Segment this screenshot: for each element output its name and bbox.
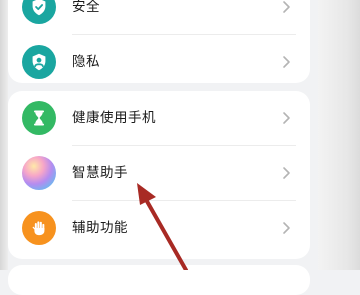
chevron-right-icon	[283, 222, 290, 234]
settings-item-privacy[interactable]: 隐私	[8, 35, 310, 89]
privacy-user-icon	[22, 45, 56, 79]
settings-item-digital-balance[interactable]: 健康使用手机	[8, 91, 310, 145]
settings-item-smart-assistant[interactable]: 智慧助手	[8, 146, 310, 200]
settings-group-security: 安全 隐私	[8, 0, 310, 83]
settings-item-accessibility[interactable]: 辅助功能	[8, 201, 310, 255]
settings-item-label: 健康使用手机	[72, 110, 156, 126]
phone-frame-edge	[318, 0, 360, 270]
phone-frame-edge	[0, 0, 8, 270]
settings-item-label: 智慧助手	[72, 165, 128, 181]
chevron-right-icon	[283, 1, 290, 13]
settings-item-security[interactable]: 安全	[8, 0, 310, 34]
hourglass-icon	[22, 101, 56, 135]
settings-item-label: 隐私	[72, 54, 100, 70]
chevron-right-icon	[283, 167, 290, 179]
hand-icon	[22, 211, 56, 245]
assistant-orb-icon	[22, 156, 56, 190]
settings-item-label: 安全	[72, 0, 100, 15]
chevron-right-icon	[283, 56, 290, 68]
chevron-right-icon	[283, 112, 290, 124]
settings-item-label: 辅助功能	[72, 220, 128, 236]
settings-group-device: 健康使用手机 智慧助手 辅助功能	[8, 91, 310, 259]
shield-check-icon	[22, 0, 56, 24]
